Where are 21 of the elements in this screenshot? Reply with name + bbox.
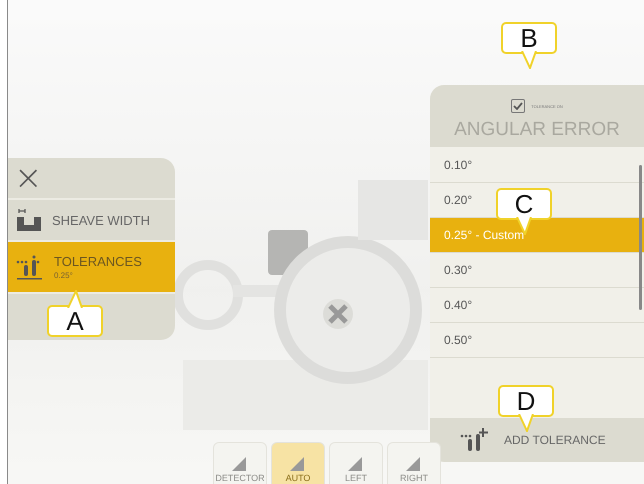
- menu-label: TOLERANCES: [54, 254, 142, 269]
- callout-pointer: [67, 290, 83, 308]
- toolbar-button[interactable]: RIGHT: [387, 442, 441, 484]
- tolerance-icon: [16, 254, 44, 280]
- scrollbar[interactable]: [639, 165, 642, 310]
- check-icon: [513, 102, 524, 110]
- cancel-icon[interactable]: [323, 299, 353, 329]
- tolerance-value: 0.25°: [54, 271, 74, 280]
- add-tolerance-button[interactable]: ADD TOLERANCE: [430, 418, 644, 462]
- menu-item[interactable]: TOLERANCES 0.25°: [8, 242, 175, 294]
- toolbar-button[interactable]: DETECTOR: [213, 442, 267, 484]
- callout-pointer: [521, 51, 537, 69]
- callout-pointer: [518, 414, 534, 432]
- toolbar-button[interactable]: LEFT: [329, 442, 383, 484]
- close-button[interactable]: ×: [8, 158, 175, 200]
- add-tolerance-icon: [460, 428, 490, 452]
- tolerance-checkbox[interactable]: [511, 99, 526, 113]
- sheave-icon: [16, 209, 42, 231]
- toolbar-button[interactable]: AUTO: [271, 442, 325, 484]
- tolerance-option[interactable]: 0.50°: [430, 323, 644, 358]
- menu-label: SHEAVE WIDTH: [52, 212, 150, 228]
